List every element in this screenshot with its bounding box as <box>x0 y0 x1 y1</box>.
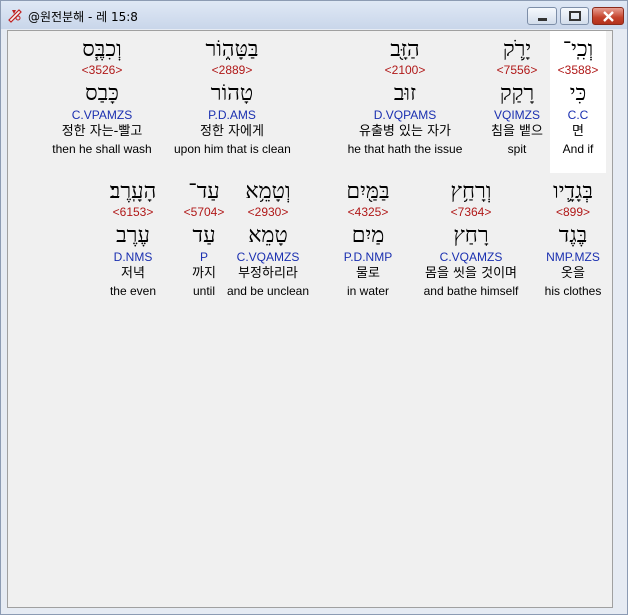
parsing-code: C.VQAMZS <box>439 250 503 264</box>
maximize-button[interactable] <box>560 7 589 25</box>
parsing-code: D.VQPAMS <box>373 108 437 122</box>
hebrew-word: וְכִבֶּ֧ס <box>82 37 122 62</box>
english-gloss: he that hath the issue <box>347 142 463 156</box>
korean-gloss: 물로 <box>356 266 380 281</box>
strong-number: <4325> <box>347 205 389 219</box>
interlinear-panel: וְכִֽי־ <3588> כִּי C.C 면 And if יָרֹ֛ק <7556> ר… <box>7 30 613 608</box>
strong-number: <2889> <box>211 63 253 77</box>
word-block[interactable]: בַּטָּה֑וֹר <2889> טָהוֹר P.D.AMS 정한 자에게 upon… <box>174 37 291 157</box>
maximize-icon <box>569 11 581 21</box>
word-block[interactable]: וְרָחַ֥ץ <7364> רָחַץ C.VQAMZS 몸을 씻을 것이며 and … <box>413 179 529 299</box>
english-gloss: in water <box>346 284 390 298</box>
app-logo-icon <box>7 7 23 23</box>
parsing-code: P.D.NMP <box>343 250 393 264</box>
english-gloss: spit <box>507 142 527 156</box>
parsing-code: NMP.MZS <box>546 250 600 264</box>
hebrew-word: הָעָֽרֶב׃ <box>109 179 157 204</box>
strong-number: <3526> <box>81 63 123 77</box>
word-block[interactable]: וְכִבֶּ֧ס <3526> כָּבַס C.VPAMZS 정한 자는-빨고 the… <box>44 37 160 157</box>
lemma-word: מַיִם <box>351 223 385 248</box>
lemma-word: זוּב <box>393 81 417 106</box>
korean-gloss: 몸을 씻을 것이며 <box>425 266 517 281</box>
lemma-word: עֶרֶב <box>116 223 150 248</box>
parsing-code: VQIMZS <box>493 108 540 122</box>
strong-number: <7556> <box>496 63 538 77</box>
korean-gloss: 유출병 있는 자가 <box>359 124 451 139</box>
english-gloss: upon him that is clean <box>174 142 291 156</box>
parsing-code: D.NMS <box>113 250 153 264</box>
parsing-code: P.D.AMS <box>208 108 256 122</box>
korean-gloss: 저녁 <box>121 266 145 281</box>
word-block[interactable]: בְּגָדָ֛יו <899> בֶּגֶד NMP.MZS 옷을 his clothe… <box>515 179 628 299</box>
hebrew-word: וְרָחַ֥ץ <box>450 179 492 204</box>
lemma-word: רָקַק <box>499 81 535 106</box>
strong-number: <899> <box>555 205 591 219</box>
window-edge <box>613 30 621 608</box>
word-block[interactable]: יָרֹ֛ק <7556> רָקַק VQIMZS 침을 뱉으 spit <box>459 37 575 157</box>
title-bar[interactable]: @원전분해 - 레 15:8 <box>1 1 627 29</box>
hebrew-word: בַּטָּה֑וֹר <box>205 37 259 62</box>
lemma-word: רָחַץ <box>453 223 489 248</box>
hebrew-word: הַזָּ֖ב <box>390 37 420 62</box>
english-gloss: the even <box>109 284 157 298</box>
word-block[interactable]: הָעָֽרֶב׃ <6153> עֶרֶב D.NMS 저녁 the even <box>75 179 191 299</box>
strong-number: <6153> <box>112 205 154 219</box>
app-window: @원전분해 - 레 15:8 וְכִֽי־ <3588> כִּי C.C 면 And … <box>0 0 628 615</box>
korean-gloss: 옷을 <box>561 266 585 281</box>
english-gloss: his clothes <box>544 284 602 298</box>
korean-gloss: 정한 자에게 <box>200 124 264 139</box>
hebrew-word: יָרֹ֛ק <box>502 37 532 62</box>
korean-gloss: 정한 자는-빨고 <box>61 124 143 139</box>
close-icon <box>603 11 614 22</box>
english-gloss: and bathe himself <box>423 284 519 298</box>
korean-gloss: 침을 뱉으 <box>491 124 543 139</box>
lemma-word: טָהוֹר <box>210 81 254 106</box>
hebrew-word: בַּמַּ֖יִם <box>346 179 390 204</box>
lemma-word: כָּבַס <box>85 81 119 106</box>
word-block[interactable]: הַזָּ֖ב <2100> זוּב D.VQPAMS 유출병 있는 자가 he tha… <box>347 37 463 157</box>
word-block[interactable]: בַּמַּ֖יִם <4325> מַיִם P.D.NMP 물로 in water <box>310 179 426 299</box>
english-gloss: then he shall wash <box>52 142 152 156</box>
minimize-button[interactable] <box>527 7 557 25</box>
strong-number: <7364> <box>450 205 492 219</box>
strong-number: <2100> <box>384 63 426 77</box>
minimize-icon <box>538 18 547 21</box>
lemma-word: בֶּגֶד <box>558 223 588 248</box>
parsing-code: C.VPAMZS <box>71 108 133 122</box>
close-button[interactable] <box>592 7 624 25</box>
window-title: @원전분해 - 레 15:8 <box>28 10 138 24</box>
hebrew-word: בְּגָדָ֛יו <box>553 179 593 204</box>
